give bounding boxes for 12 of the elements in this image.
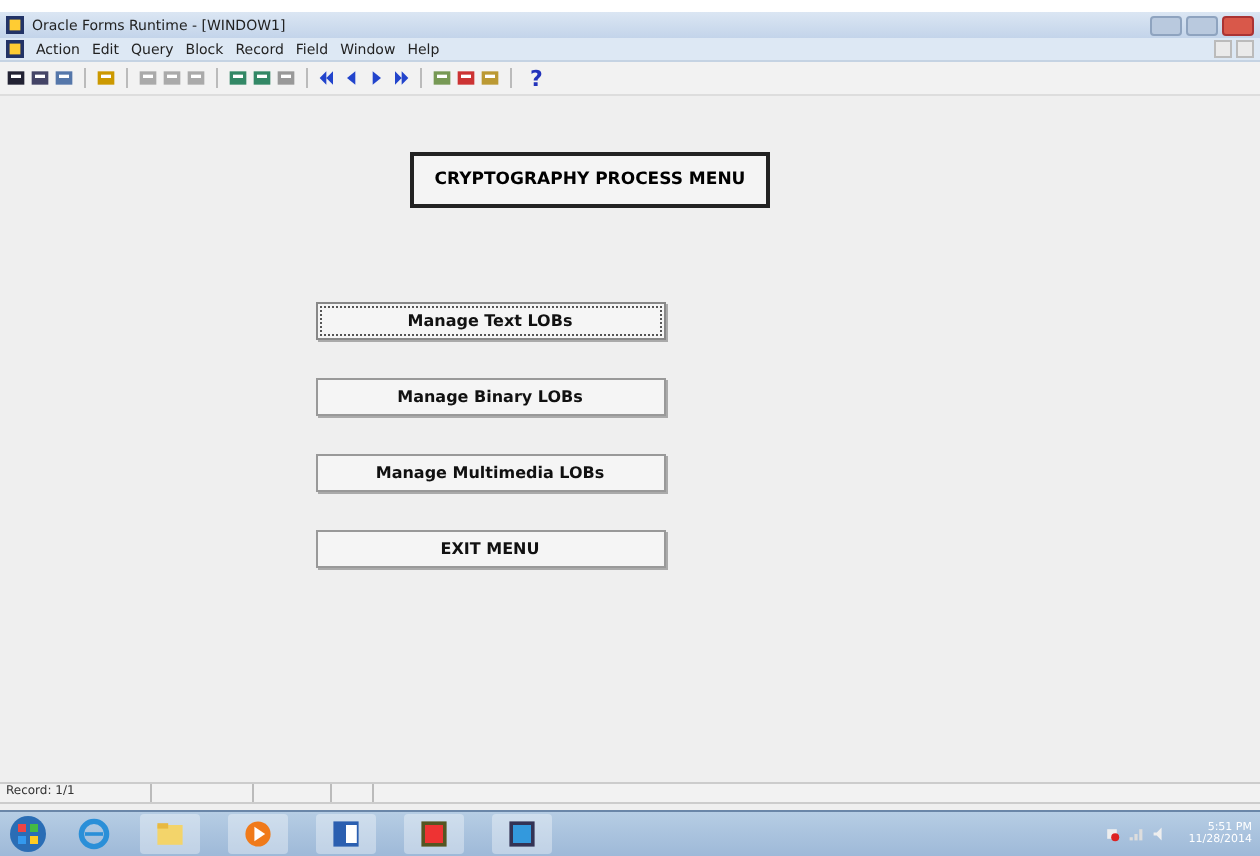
menu-button[interactable]: EXIT MENU (315, 530, 665, 568)
arrow-left-icon[interactable] (318, 68, 338, 88)
menu-button[interactable]: Manage Binary LOBs (315, 378, 665, 416)
start-button[interactable] (8, 814, 48, 854)
menu-button[interactable]: Manage Text LOBs (315, 302, 665, 340)
minimize-button[interactable] (1150, 15, 1182, 35)
close-button[interactable] (1222, 15, 1254, 35)
form-title: CRYPTOGRAPHY PROCESS MENU (410, 152, 770, 208)
arrow-right-icon[interactable] (390, 68, 410, 88)
help-button[interactable]: ? (530, 65, 543, 91)
menu-button[interactable]: Manage Multimedia LOBs (315, 454, 665, 492)
media-player-icon[interactable] (228, 814, 288, 854)
